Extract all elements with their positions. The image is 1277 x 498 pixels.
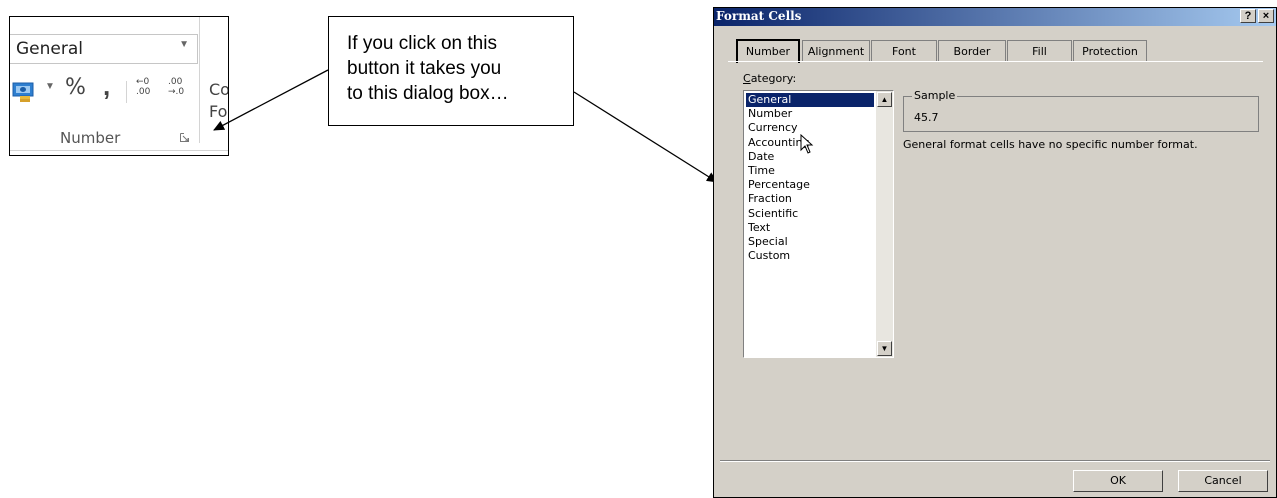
list-item[interactable]: Fraction <box>746 192 874 206</box>
category-scrollbar[interactable]: ▲ ▼ <box>876 91 893 357</box>
dialog-title: Format Cells <box>716 9 802 23</box>
arrow-to-launcher <box>213 69 329 131</box>
tab-panel-edge <box>728 61 1263 62</box>
tab-protection[interactable]: Protection <box>1073 40 1147 62</box>
tab-alignment[interactable]: Alignment <box>802 40 870 62</box>
mouse-pointer-icon <box>800 134 814 154</box>
ok-button[interactable]: OK <box>1073 470 1163 492</box>
tab-font[interactable]: Font <box>871 40 937 62</box>
category-label-rest: ategory: <box>750 72 797 85</box>
cancel-button[interactable]: Cancel <box>1178 470 1268 492</box>
divider <box>720 460 1270 462</box>
tab-fill[interactable]: Fill <box>1007 40 1072 62</box>
category-label-mnemonic: C <box>743 72 751 85</box>
list-item[interactable]: General <box>746 93 874 108</box>
category-list[interactable]: General Number Currency Accounting Date … <box>743 90 894 358</box>
list-item[interactable]: Text <box>746 221 874 235</box>
sample-value: 45.7 <box>914 111 939 124</box>
format-description: General format cells have no specific nu… <box>903 138 1198 151</box>
tab-border[interactable]: Border <box>938 40 1006 62</box>
scroll-down-icon[interactable]: ▼ <box>877 341 892 356</box>
sample-group: Sample 45.7 <box>903 89 1259 132</box>
list-item[interactable]: Custom <box>746 249 874 263</box>
format-cells-dialog: Format Cells ? × Number Alignment Font B… <box>713 7 1277 498</box>
tab-number[interactable]: Number <box>736 39 800 63</box>
list-item[interactable]: Time <box>746 164 874 178</box>
help-button[interactable]: ? <box>1240 9 1256 23</box>
sample-label: Sample <box>912 89 958 102</box>
close-button[interactable]: × <box>1258 9 1274 23</box>
list-item[interactable]: Percentage <box>746 178 874 192</box>
list-item[interactable]: Number <box>746 107 874 121</box>
category-label: Category: <box>743 72 796 85</box>
scroll-up-icon[interactable]: ▲ <box>877 92 892 107</box>
list-item[interactable]: Scientific <box>746 207 874 221</box>
arrow-to-dialog <box>573 91 718 183</box>
title-bar[interactable]: Format Cells ? × <box>714 8 1276 26</box>
list-item[interactable]: Special <box>746 235 874 249</box>
